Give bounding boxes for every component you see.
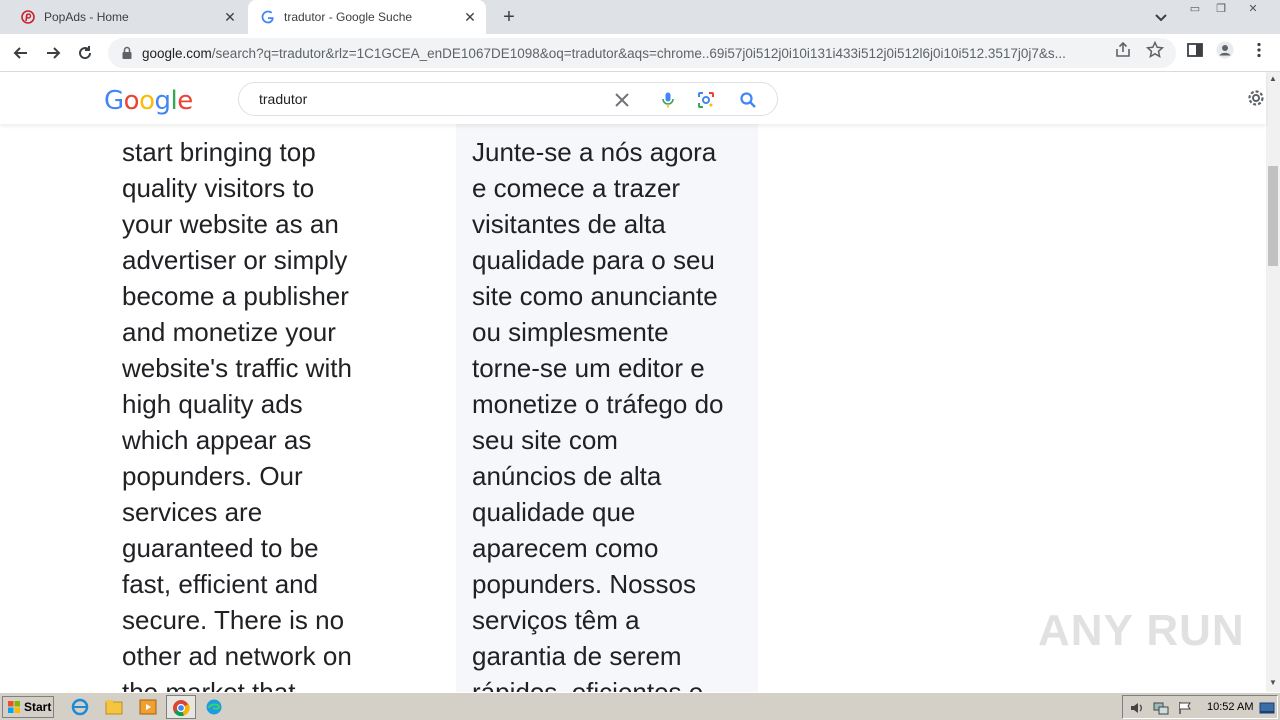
system-tray: 10:52 AM — [1122, 695, 1278, 719]
file-explorer-icon[interactable] — [104, 698, 124, 716]
text-line: Junte-se a nós agora — [472, 137, 717, 167]
forward-button[interactable] — [42, 42, 64, 64]
search-icon[interactable] — [739, 91, 757, 109]
text-line: advertiser or simply — [122, 245, 348, 275]
source-text-panel: start bringing top quality visitors to you… — [122, 134, 402, 692]
arrow-left-icon — [13, 47, 27, 59]
text-line: popunders. Our — [122, 461, 303, 491]
browser-toolbar: google.com/search?q=tradutor&rlz=1C1GCEA… — [0, 34, 1280, 72]
tab-title: tradutor - Google Suche — [284, 10, 413, 24]
google-logo[interactable]: Google — [104, 86, 193, 116]
media-player-icon[interactable] — [138, 698, 158, 716]
kebab-menu-icon[interactable] — [1250, 41, 1268, 59]
show-desktop-icon[interactable] — [1259, 701, 1275, 715]
microphone-icon[interactable] — [659, 91, 677, 109]
pinterest-style-favicon-icon — [20, 9, 36, 25]
scrollbar-thumb[interactable] — [1268, 166, 1278, 266]
text-line: e comece a trazer — [472, 173, 681, 203]
restore-icon[interactable]: ❐ — [1210, 2, 1232, 16]
text-line: the market that — [122, 677, 296, 692]
text-line: qualidade que — [472, 497, 636, 527]
windows-taskbar: Start 10:52 AM — [0, 692, 1280, 720]
start-label: Start — [24, 700, 52, 714]
text-line: become a publisher — [122, 281, 349, 311]
text-line: fast, efficient and — [122, 569, 319, 599]
side-panel-icon[interactable] — [1186, 41, 1204, 59]
text-line: aparecem como — [472, 533, 659, 563]
action-center-flag-icon[interactable] — [1177, 701, 1193, 715]
tab-title: PopAds - Home — [44, 10, 129, 24]
tab-close-icon[interactable]: ✕ — [222, 9, 238, 25]
text-line: and monetize your — [122, 317, 336, 347]
text-line: site como anunciante — [472, 281, 718, 311]
target-text-panel: Junte-se a nós agora e comece a trazer vis… — [472, 134, 752, 692]
scroll-up-arrow-icon[interactable]: ▲ — [1269, 74, 1277, 83]
text-line: popunders. Nossos — [472, 569, 697, 599]
address-bar[interactable]: google.com/search?q=tradutor&rlz=1C1GCEA… — [108, 38, 1176, 68]
clear-search-icon[interactable] — [613, 91, 631, 109]
network-icon[interactable] — [1153, 701, 1169, 715]
page-scrollbar[interactable]: ▲ ▼ — [1266, 72, 1280, 692]
text-line: garantia de serem — [472, 641, 682, 671]
text-line: start bringing top — [122, 137, 316, 167]
windows-flag-icon — [8, 701, 20, 713]
text-line: which appear as — [122, 425, 312, 455]
reload-icon — [79, 46, 92, 60]
text-line: high quality ads — [122, 389, 303, 419]
minimize-icon[interactable]: ▭ — [1184, 2, 1206, 16]
anyrun-watermark: ANY RUN — [1038, 606, 1245, 655]
tab-strip: PopAds - Home ✕ tradutor - Google Suche … — [0, 0, 1280, 34]
settings-gear-icon[interactable] — [1246, 88, 1266, 108]
profile-avatar-icon[interactable] — [1216, 41, 1234, 59]
text-line: seu site com — [472, 425, 618, 455]
text-line: anúncios de alta — [472, 461, 662, 491]
new-tab-button[interactable]: + — [498, 6, 520, 28]
reload-button[interactable] — [74, 42, 96, 64]
tab-close-icon[interactable]: ✕ — [462, 9, 478, 25]
text-line: other ad network on — [122, 641, 352, 671]
text-line: visitantes de alta — [472, 209, 666, 239]
taskbar-chrome-active[interactable] — [166, 695, 196, 719]
text-line: ou simplesmente — [472, 317, 669, 347]
text-line: services are — [122, 497, 263, 527]
scroll-down-arrow-icon[interactable]: ▼ — [1269, 678, 1277, 687]
taskbar-clock[interactable]: 10:52 AM — [1207, 701, 1253, 713]
text-line: monetize o tráfego do — [472, 389, 724, 419]
share-icon[interactable] — [1114, 41, 1132, 59]
chevron-down-icon[interactable] — [1152, 8, 1170, 26]
star-icon[interactable] — [1146, 41, 1164, 59]
edge-icon[interactable] — [204, 698, 224, 716]
window-close-icon[interactable]: ✕ — [1242, 2, 1264, 16]
text-line: torne-se um editor e — [472, 353, 705, 383]
lock-icon — [122, 46, 132, 59]
back-button[interactable] — [10, 42, 32, 64]
arrow-right-icon — [47, 47, 61, 59]
search-input[interactable]: tradutor — [259, 91, 307, 107]
start-button[interactable]: Start — [2, 696, 54, 718]
google-favicon-icon — [260, 9, 276, 25]
search-box[interactable]: tradutor — [238, 82, 778, 116]
google-lens-icon[interactable] — [697, 91, 715, 109]
text-line: quality visitors to — [122, 173, 315, 203]
tab-google-search[interactable]: tradutor - Google Suche ✕ — [248, 0, 486, 34]
internet-explorer-icon[interactable] — [70, 698, 90, 716]
tab-popads[interactable]: PopAds - Home ✕ — [8, 0, 246, 34]
text-line: your website as an — [122, 209, 339, 239]
url-text: google.com/search?q=tradutor&rlz=1C1GCEA… — [142, 45, 1066, 61]
text-line: rápidos, eficientes e — [472, 677, 704, 692]
chrome-icon — [173, 700, 190, 717]
google-header: Google tradutor — [0, 72, 1266, 124]
text-line: website's traffic with — [122, 353, 352, 383]
text-line: qualidade para o seu — [472, 245, 715, 275]
text-line: guaranteed to be — [122, 533, 319, 563]
volume-icon[interactable] — [1129, 701, 1145, 715]
text-line: serviços têm a — [472, 605, 640, 635]
text-line: secure. There is no — [122, 605, 345, 635]
